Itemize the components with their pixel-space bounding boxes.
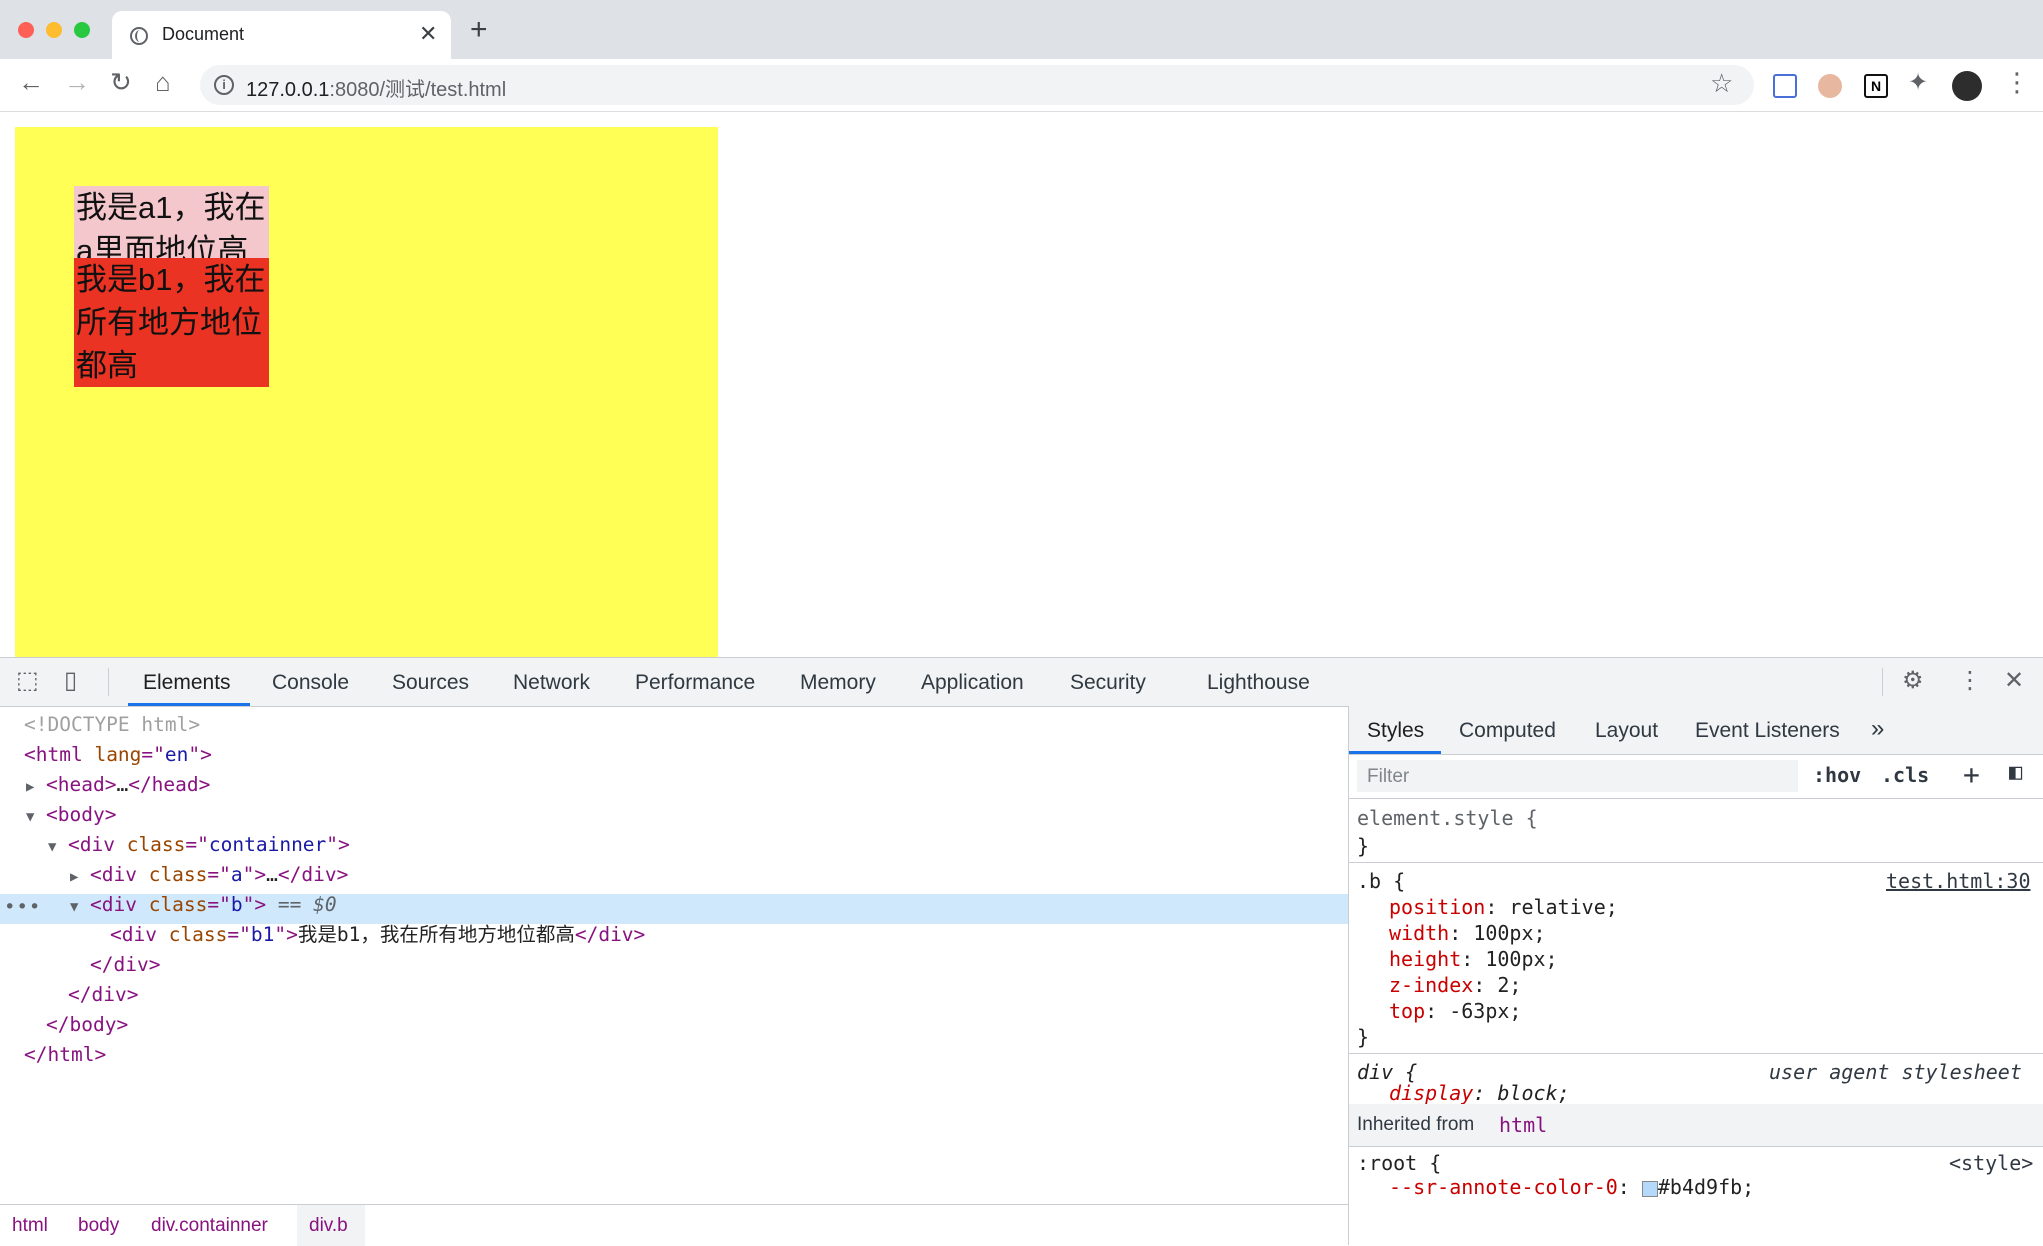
rule-source-link[interactable]: test.html:30 [1886,869,2031,893]
breadcrumb-html[interactable]: html [12,1215,48,1237]
expand-arrow-icon[interactable]: ▶ [26,774,46,800]
collapse-arrow-icon[interactable]: ▼ [70,894,90,920]
tab-lighthouse[interactable]: Lighthouse [1207,671,1310,695]
styles-filter-input[interactable]: Filter [1357,760,1798,792]
collapse-arrow-icon[interactable]: ▼ [26,804,46,830]
notion-icon[interactable]: N [1864,74,1888,98]
new-style-rule-icon[interactable]: + [1963,758,1980,791]
extension-reader-icon[interactable] [1773,74,1797,98]
css-prop-z-index[interactable]: z-index: 2; [1389,973,1521,997]
tab-performance[interactable]: Performance [635,671,755,695]
filter-toolbar: Filter :hov .cls + ◧ [1349,754,2043,799]
tab-styles[interactable]: Styles [1367,719,1424,743]
forward-icon[interactable]: → [64,69,90,95]
new-tab-button[interactable]: + [470,15,488,45]
more-tabs-chevron-icon[interactable]: » [1871,715,1884,743]
rule-element-style[interactable]: element.style { } [1349,798,2043,863]
site-info-icon[interactable]: i [214,75,234,95]
box-a1: 我是a1，我在a里面地位高 [74,186,269,260]
dom-line-close-html[interactable]: </html> [24,1042,106,1072]
more-options-icon[interactable]: ⋮ [1958,669,1982,693]
bookmark-star-icon[interactable]: ☆ [1710,68,1733,99]
dom-line-containner[interactable]: ▼ <div class="containner"> [48,832,350,862]
styles-pane: Styles Computed Layout Event Listeners »… [1348,706,2043,1245]
dom-line-body[interactable]: ▼ <body> [26,802,116,832]
dom-line-close-div-b[interactable]: </div> [90,952,160,982]
globe-icon [130,27,148,45]
inherited-tag-link[interactable]: html [1499,1113,1547,1137]
puzzle-extensions-icon[interactable]: ✦ [1908,71,1928,95]
close-devtools-icon[interactable]: ✕ [2004,669,2024,693]
tab-sources[interactable]: Sources [392,671,469,695]
expand-arrow-icon[interactable]: ▶ [70,864,90,890]
tab-computed[interactable]: Computed [1459,719,1556,743]
css-var-annote-color[interactable]: --sr-annote-color-0: #b4d9fb; [1389,1175,1754,1199]
tab-console[interactable]: Console [272,671,349,695]
tab-network[interactable]: Network [513,671,590,695]
css-prop-width[interactable]: width: 100px; [1389,921,1546,945]
dom-line-div-b1[interactable]: <div class="b1">我是b1，我在所有地方地位都高</div> [110,922,645,952]
dom-tree[interactable]: ••• <!DOCTYPE html> <html lang="en"> ▶ <h… [0,706,1348,1204]
css-prop-top[interactable]: top: -63px; [1389,999,1521,1023]
user-agent-label: user agent stylesheet [1769,1060,2022,1084]
browser-menu-icon[interactable]: ⋮ [2004,69,2030,95]
rule-root[interactable]: :root { <style> --sr-annote-color-0: #b4… [1349,1147,2043,1245]
box-b1: 我是b1，我在所有地方地位都高 [74,258,269,387]
dom-line-head[interactable]: ▶ <head>…</head> [26,772,210,802]
css-prop-height[interactable]: height: 100px; [1389,947,1558,971]
node-actions-icon[interactable]: ••• [4,896,41,918]
breadcrumb-body[interactable]: body [78,1215,119,1237]
tab-strip: Document ✕ + [0,0,2043,59]
css-prop-display[interactable]: display: block; [1389,1081,1570,1105]
collapse-arrow-icon[interactable]: ▼ [48,834,68,860]
home-icon[interactable]: ⌂ [155,69,171,95]
close-window-button[interactable] [18,22,34,38]
toggle-sidebar-icon[interactable]: ◧ [2009,760,2022,785]
tab-layout[interactable]: Layout [1595,719,1658,743]
tab-application[interactable]: Application [921,671,1024,695]
breadcrumb-div-b[interactable]: div.b [309,1215,348,1237]
back-icon[interactable]: ← [18,69,44,95]
cls-button[interactable]: .cls [1881,763,1929,787]
css-prop-position[interactable]: position: relative; [1389,895,1618,919]
tab-title: Document [162,24,245,44]
divider [108,668,109,696]
breadcrumb: html body div.containner div.b [0,1204,1348,1246]
extension-mask-icon[interactable] [1818,74,1842,98]
styles-tabbar: Styles Computed Layout Event Listeners » [1349,706,2043,755]
maximize-window-button[interactable] [74,22,90,38]
minimize-window-button[interactable] [46,22,62,38]
address-bar[interactable]: i 127.0.0.1:8080/测试/test.html ☆ [200,65,1754,105]
tab-event-listeners[interactable]: Event Listeners [1695,719,1840,743]
inherited-from-header: Inherited from html [1349,1104,2043,1147]
dom-line-div-a[interactable]: ▶ <div class="a">…</div> [70,862,348,892]
close-tab-icon[interactable]: ✕ [419,21,437,47]
dom-line-close-containner[interactable]: </div> [68,982,138,1012]
box-b1-text: 我是b1，我在所有地方地位都高 [76,262,266,383]
tab-security[interactable]: Security [1070,671,1146,695]
dom-line-close-body[interactable]: </body> [46,1012,128,1042]
divider [1882,668,1883,696]
hov-button[interactable]: :hov [1813,763,1861,787]
device-toolbar-icon[interactable]: ▯ [64,669,77,693]
tab-elements[interactable]: Elements [143,671,231,695]
dom-line-div-b-selected[interactable]: ▼ <div class="b"> == $0 [70,892,337,922]
inspect-element-icon[interactable]: ⬚ [16,669,39,693]
devtools-panel: ⬚ ▯ Elements Console Sources Network Per… [0,657,2043,1246]
url-text: 127.0.0.1:8080/测试/test.html [246,79,507,101]
browser-tab[interactable]: Document ✕ [112,11,451,59]
rule-b[interactable]: .b { test.html:30 position: relative; wi… [1349,863,2043,1054]
browser-toolbar: ← → ↻ ⌂ i 127.0.0.1:8080/测试/test.html ☆ … [0,59,2043,112]
style-tag-link[interactable]: <style> [1949,1151,2033,1175]
tab-memory[interactable]: Memory [800,671,876,695]
color-swatch[interactable] [1641,1180,1658,1197]
dom-line-html[interactable]: <html lang="en"> [24,742,212,772]
breadcrumb-div-containner[interactable]: div.containner [151,1215,268,1237]
settings-gear-icon[interactable]: ⚙ [1902,669,1924,693]
reload-icon[interactable]: ↻ [110,69,132,95]
box-a1-text: 我是a1，我在a里面地位高 [76,190,266,260]
profile-avatar[interactable] [1952,71,1982,101]
devtools-tabbar: ⬚ ▯ Elements Console Sources Network Per… [0,658,2043,707]
dom-line-doctype[interactable]: <!DOCTYPE html> [24,712,200,742]
